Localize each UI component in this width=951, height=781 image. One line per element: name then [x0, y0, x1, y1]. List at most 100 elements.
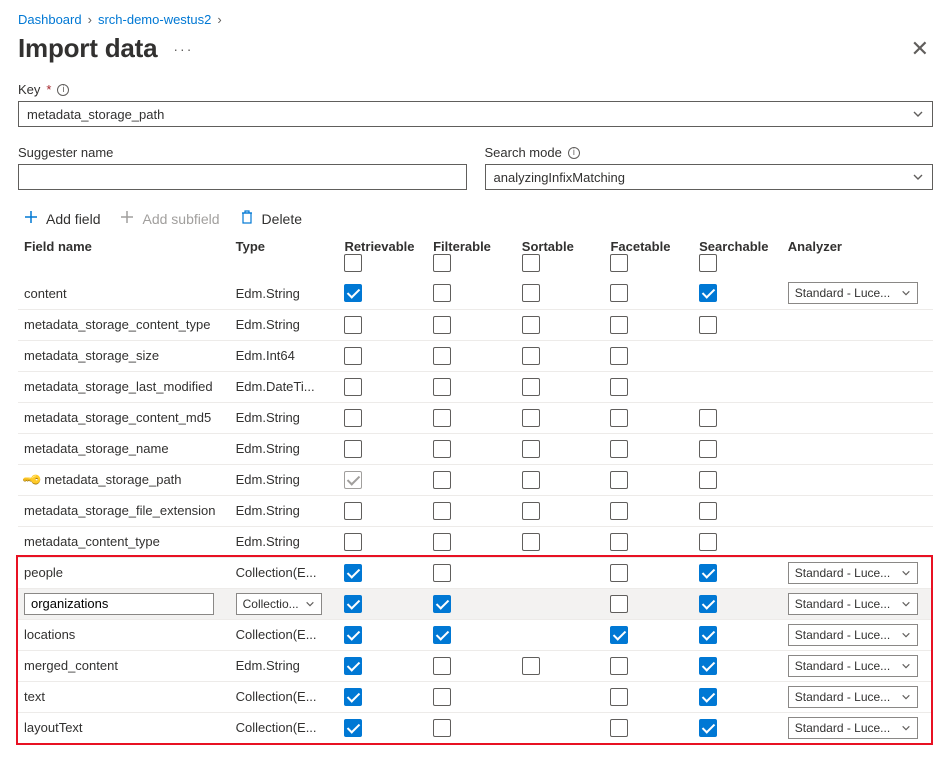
checkbox[interactable]	[522, 471, 540, 489]
checkbox[interactable]	[699, 595, 717, 613]
checkbox[interactable]	[699, 626, 717, 644]
checkbox[interactable]	[344, 688, 362, 706]
info-icon[interactable]: i	[568, 147, 580, 159]
table-row[interactable]: Collectio... Standard - Luce...	[18, 588, 933, 619]
checkbox[interactable]	[522, 378, 540, 396]
checkbox[interactable]	[433, 316, 451, 334]
analyzer-select[interactable]: Standard - Luce...	[788, 282, 918, 304]
checkbox[interactable]	[344, 347, 362, 365]
checkbox[interactable]	[699, 533, 717, 551]
checkbox[interactable]	[699, 471, 717, 489]
table-row[interactable]: 🔑metadata_storage_pathEdm.String	[18, 464, 933, 495]
table-row[interactable]: peopleCollection(E...Standard - Luce...	[18, 557, 933, 588]
checkbox[interactable]	[610, 657, 628, 675]
checkbox[interactable]	[433, 564, 451, 582]
checkbox[interactable]	[610, 284, 628, 302]
checkbox[interactable]	[522, 440, 540, 458]
table-row[interactable]: merged_contentEdm.StringStandard - Luce.…	[18, 650, 933, 681]
delete-button[interactable]: Delete	[240, 210, 302, 227]
checkbox[interactable]	[433, 719, 451, 737]
checkbox[interactable]	[610, 471, 628, 489]
checkbox[interactable]	[433, 378, 451, 396]
checkbox[interactable]	[610, 316, 628, 334]
checkbox[interactable]	[433, 409, 451, 427]
table-row[interactable]: metadata_storage_sizeEdm.Int64	[18, 340, 933, 371]
type-select[interactable]: Collectio...	[236, 593, 322, 615]
checkbox[interactable]	[344, 378, 362, 396]
breadcrumb-dashboard[interactable]: Dashboard	[18, 12, 82, 27]
analyzer-select[interactable]: Standard - Luce...	[788, 562, 918, 584]
checkbox[interactable]	[610, 688, 628, 706]
field-name-input[interactable]	[24, 593, 214, 615]
table-row[interactable]: metadata_storage_nameEdm.String	[18, 433, 933, 464]
checkbox[interactable]	[610, 440, 628, 458]
key-select[interactable]: metadata_storage_path	[18, 101, 933, 127]
checkbox[interactable]	[610, 347, 628, 365]
checkbox[interactable]	[522, 316, 540, 334]
table-row[interactable]: textCollection(E...Standard - Luce...	[18, 681, 933, 712]
breadcrumb-resource[interactable]: srch-demo-westus2	[98, 12, 211, 27]
checkbox[interactable]	[610, 533, 628, 551]
table-row[interactable]: metadata_content_typeEdm.String	[18, 526, 933, 557]
checkbox[interactable]	[433, 471, 451, 489]
add-field-button[interactable]: Add field	[24, 210, 100, 227]
checkbox[interactable]	[344, 626, 362, 644]
checkbox[interactable]	[344, 316, 362, 334]
checkbox[interactable]	[344, 719, 362, 737]
checkbox[interactable]	[344, 564, 362, 582]
checkbox[interactable]	[433, 502, 451, 520]
table-row[interactable]: metadata_storage_content_typeEdm.String	[18, 309, 933, 340]
suggester-input[interactable]	[18, 164, 467, 190]
analyzer-select[interactable]: Standard - Luce...	[788, 593, 918, 615]
retrievable-header-checkbox[interactable]	[344, 254, 362, 272]
checkbox[interactable]	[610, 378, 628, 396]
info-icon[interactable]: i	[57, 84, 69, 96]
facetable-header-checkbox[interactable]	[610, 254, 628, 272]
checkbox[interactable]	[433, 626, 451, 644]
checkbox[interactable]	[610, 409, 628, 427]
checkbox[interactable]	[344, 657, 362, 675]
checkbox[interactable]	[610, 626, 628, 644]
checkbox[interactable]	[344, 440, 362, 458]
checkbox[interactable]	[522, 347, 540, 365]
checkbox[interactable]	[433, 533, 451, 551]
checkbox[interactable]	[699, 284, 717, 302]
checkbox[interactable]	[699, 502, 717, 520]
checkbox[interactable]	[344, 284, 362, 302]
table-row[interactable]: metadata_storage_content_md5Edm.String	[18, 402, 933, 433]
analyzer-select[interactable]: Standard - Luce...	[788, 717, 918, 739]
filterable-header-checkbox[interactable]	[433, 254, 451, 272]
checkbox[interactable]	[699, 688, 717, 706]
close-icon[interactable]: ✕	[907, 34, 933, 64]
checkbox[interactable]	[344, 409, 362, 427]
checkbox[interactable]	[699, 440, 717, 458]
searchable-header-checkbox[interactable]	[699, 254, 717, 272]
checkbox[interactable]	[522, 657, 540, 675]
checkbox[interactable]	[433, 657, 451, 675]
checkbox[interactable]	[522, 502, 540, 520]
table-row[interactable]: metadata_storage_file_extensionEdm.Strin…	[18, 495, 933, 526]
checkbox[interactable]	[610, 595, 628, 613]
checkbox[interactable]	[433, 284, 451, 302]
checkbox[interactable]	[433, 347, 451, 365]
analyzer-select[interactable]: Standard - Luce...	[788, 686, 918, 708]
checkbox[interactable]	[522, 533, 540, 551]
checkbox[interactable]	[522, 409, 540, 427]
checkbox[interactable]	[344, 533, 362, 551]
checkbox[interactable]	[610, 564, 628, 582]
checkbox[interactable]	[699, 316, 717, 334]
checkbox[interactable]	[344, 502, 362, 520]
table-row[interactable]: locationsCollection(E...Standard - Luce.…	[18, 619, 933, 650]
checkbox[interactable]	[610, 502, 628, 520]
checkbox[interactable]	[522, 284, 540, 302]
checkbox[interactable]	[699, 657, 717, 675]
checkbox[interactable]	[699, 564, 717, 582]
checkbox[interactable]	[699, 719, 717, 737]
checkbox[interactable]	[344, 595, 362, 613]
table-row[interactable]: metadata_storage_last_modifiedEdm.DateTi…	[18, 371, 933, 402]
table-row[interactable]: layoutTextCollection(E...Standard - Luce…	[18, 712, 933, 743]
more-icon[interactable]: ···	[169, 41, 193, 57]
checkbox[interactable]	[699, 409, 717, 427]
sortable-header-checkbox[interactable]	[522, 254, 540, 272]
analyzer-select[interactable]: Standard - Luce...	[788, 624, 918, 646]
